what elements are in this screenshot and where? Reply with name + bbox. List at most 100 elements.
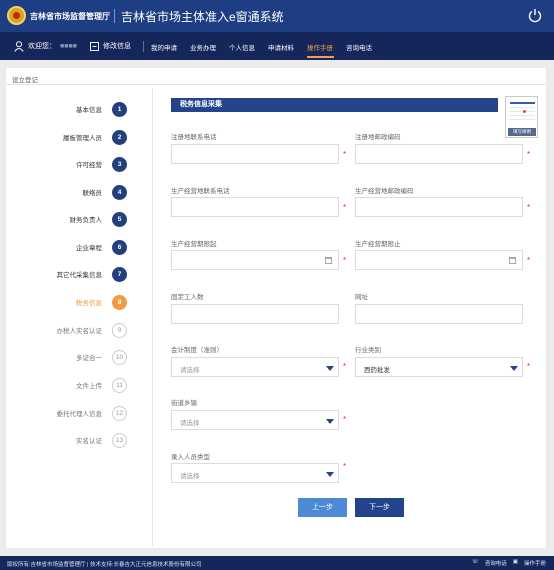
welcome-label: 欢迎您： <box>28 43 56 50</box>
reg-phone-input[interactable] <box>171 144 339 164</box>
step-number[interactable]: 1 <box>112 102 127 117</box>
chevron-down-icon[interactable] <box>326 472 334 477</box>
step-label-taxpayer-auth[interactable]: 办税人实名认证 <box>57 325 103 335</box>
step-label-liaison[interactable]: 联络员 <box>83 187 103 197</box>
step-label-multi-cert[interactable]: 多证合一 <box>76 352 102 362</box>
step-label-license[interactable]: 许可经营 <box>76 159 102 169</box>
select-value: 请选择 <box>180 473 200 480</box>
select-value: 西药批发 <box>364 367 390 374</box>
entry-person-type-select[interactable]: 请选择 <box>171 463 339 483</box>
system-title: 吉林省市场主体准入e窗通系统 <box>121 10 284 24</box>
step-number[interactable]: 11 <box>112 378 127 393</box>
nav-divider <box>143 41 144 52</box>
national-emblem-icon <box>7 6 26 25</box>
manual-link[interactable]: 操作手册 <box>524 559 546 567</box>
required-mark: * <box>343 415 347 424</box>
nav-manual[interactable]: 操作手册 <box>307 42 333 52</box>
required-mark: * <box>343 203 347 212</box>
website-input[interactable] <box>355 304 523 324</box>
step-label-finance[interactable]: 财务负责人 <box>70 214 103 224</box>
edit-info-label: 修改信息 <box>103 43 131 50</box>
phone-icon: ☏ <box>471 559 479 565</box>
nav-business[interactable]: 业务办理 <box>190 42 216 52</box>
step-number[interactable]: 7 <box>112 267 127 282</box>
nav-bar: 欢迎您： ■■■■ 修改信息 我的申请 业务办理 个人信息 申请材料 操作手册 … <box>0 32 554 60</box>
biz-postcode-label: 生产经营地邮政编码 <box>355 188 414 195</box>
sample-button[interactable]: 填写样例 <box>508 128 536 136</box>
nav-my-applications[interactable]: 我的申请 <box>151 42 177 52</box>
required-mark: * <box>343 256 347 265</box>
period-end-input[interactable] <box>355 250 523 270</box>
sample-thumbnail[interactable]: 填写样例 <box>505 96 538 138</box>
step-number[interactable]: 9 <box>112 323 127 338</box>
step-label-other-info[interactable]: 其它代采集信息 <box>57 269 103 279</box>
reg-postcode-label: 注册地邮政编码 <box>355 134 401 141</box>
chevron-down-icon[interactable] <box>326 366 334 371</box>
nav-materials[interactable]: 申请材料 <box>268 42 294 52</box>
required-mark: * <box>527 150 531 159</box>
step-number[interactable]: 4 <box>112 185 127 200</box>
street-select[interactable]: 请选择 <box>171 410 339 430</box>
step-label-real-name[interactable]: 实名认证 <box>76 435 102 445</box>
required-mark: * <box>343 362 347 371</box>
breadcrumb-divider <box>6 84 546 85</box>
power-icon[interactable] <box>527 7 543 23</box>
step-number[interactable]: 3 <box>112 157 127 172</box>
website-label: 网址 <box>355 294 368 301</box>
prev-step-button[interactable]: 上一步 <box>298 498 347 517</box>
next-step-button[interactable]: 下一步 <box>355 498 404 517</box>
chevron-down-icon[interactable] <box>510 366 518 371</box>
employee-count-input[interactable] <box>171 304 339 324</box>
step-label-agent-info[interactable]: 委托代理人信息 <box>57 408 103 418</box>
step-number[interactable]: 2 <box>112 130 127 145</box>
employee-count-label: 固定工人数 <box>171 294 204 301</box>
accounting-system-select[interactable]: 请选择 <box>171 357 339 377</box>
manual-icon: ▣ <box>512 559 518 565</box>
required-mark: * <box>343 462 347 471</box>
reg-phone-label: 注册地联系电话 <box>171 134 217 141</box>
step-number[interactable]: 12 <box>112 406 127 421</box>
nav-hotline[interactable]: 咨询电话 <box>346 42 372 52</box>
required-mark: * <box>527 256 531 265</box>
period-start-label: 生产经营期限起 <box>171 241 217 248</box>
step-number[interactable]: 6 <box>112 240 127 255</box>
reg-postcode-input[interactable] <box>355 144 523 164</box>
copyright-text: 版权所有:吉林省市场监督管理厅 | 技术支持:长春吉大正元信息技术股份有限公司 <box>7 562 202 568</box>
step-label-charter[interactable]: 企业章程 <box>76 242 102 252</box>
step-label-management[interactable]: 履板管理人员 <box>63 132 102 142</box>
title-divider <box>114 9 115 23</box>
org-name: 吉林省市场监督管理厅 <box>30 12 110 21</box>
section-title: 税务信息采集 <box>171 98 498 112</box>
edit-info-link[interactable]: 修改信息 <box>90 38 131 54</box>
step-label-basic-info[interactable]: 基本信息 <box>76 104 102 114</box>
user-info: 欢迎您： ■■■■ <box>14 38 77 54</box>
required-mark: * <box>527 362 531 371</box>
footer: 版权所有:吉林省市场监督管理厅 | 技术支持:长春吉大正元信息技术股份有限公司 … <box>0 556 554 570</box>
period-end-label: 生产经营期限止 <box>355 241 401 248</box>
step-number[interactable]: 10 <box>112 350 127 365</box>
biz-postcode-input[interactable] <box>355 197 523 217</box>
period-start-input[interactable] <box>171 250 339 270</box>
user-icon <box>14 40 24 52</box>
step-number[interactable]: 13 <box>112 433 127 448</box>
industry-label: 行业类别 <box>355 347 381 354</box>
calendar-icon[interactable] <box>325 257 332 264</box>
step-number[interactable]: 5 <box>112 212 127 227</box>
nav-personal-info[interactable]: 个人信息 <box>229 42 255 52</box>
hotline-link[interactable]: 咨询电话 <box>485 559 507 567</box>
footer-links: ☏ 咨询电话 ▣ 操作手册 <box>472 559 546 567</box>
step-number-current[interactable]: 8 <box>112 295 127 310</box>
header-bar: 吉林省市场监督管理厅 吉林省市场主体准入e窗通系统 <box>0 0 554 32</box>
required-mark: * <box>527 203 531 212</box>
street-label: 街道乡镇 <box>171 400 197 407</box>
chevron-down-icon[interactable] <box>326 419 334 424</box>
step-label-file-upload[interactable]: 文件上传 <box>76 380 102 390</box>
industry-select[interactable]: 西药批发 <box>355 357 523 377</box>
sample-marker-icon <box>523 110 526 113</box>
accounting-system-label: 会计制度（准则） <box>171 347 223 354</box>
entry-person-type-label: 录入人员类型 <box>171 454 210 461</box>
select-value: 请选择 <box>180 367 200 374</box>
biz-phone-input[interactable] <box>171 197 339 217</box>
calendar-icon[interactable] <box>509 257 516 264</box>
step-label-tax-info[interactable]: 税务信息 <box>76 297 102 307</box>
